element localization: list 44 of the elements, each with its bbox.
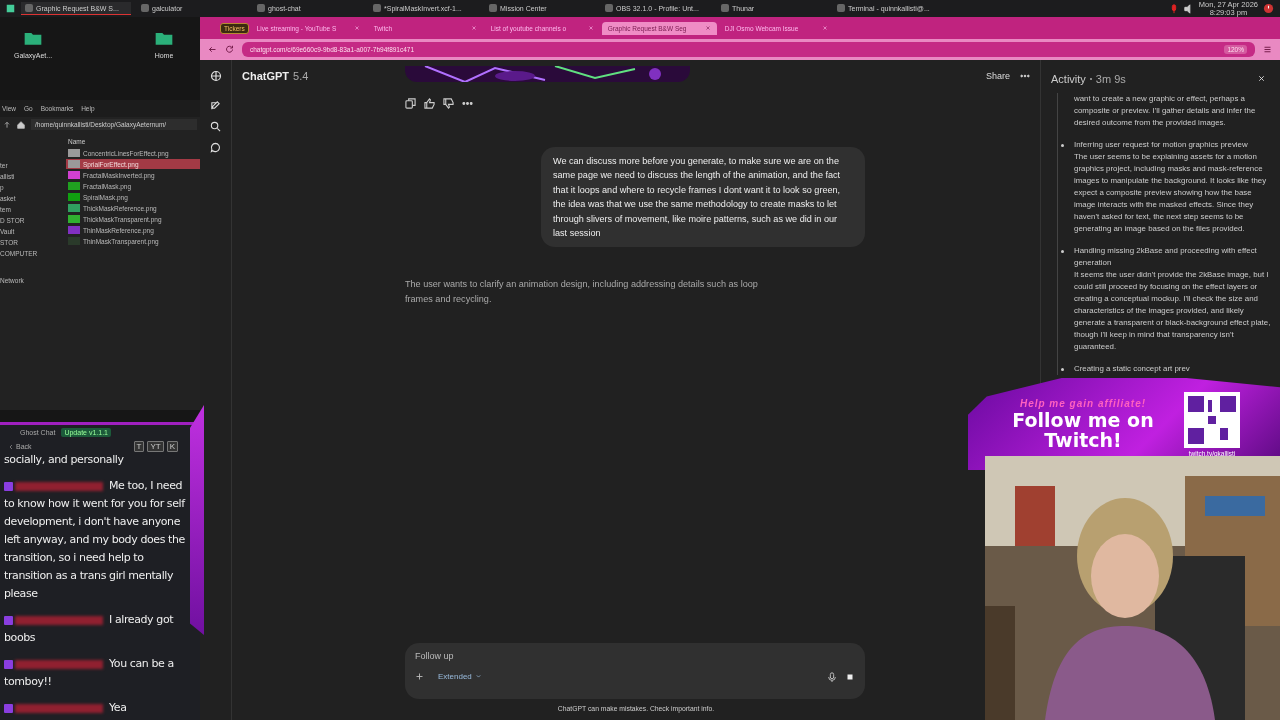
banner-tagline: Help me gain affiliate! <box>1019 398 1147 409</box>
chat-message: I already got boobs <box>4 612 175 646</box>
share-button[interactable]: Share <box>979 70 1016 82</box>
close-icon <box>704 24 711 31</box>
menu-icon[interactable] <box>1263 45 1272 54</box>
chat-message: You can be a tomboy!! <box>4 656 175 690</box>
close-icon <box>353 24 360 31</box>
plus-icon[interactable] <box>415 672 424 681</box>
app-menu-icon[interactable] <box>6 4 15 13</box>
activity-title: Activity <box>1051 72 1086 85</box>
model-title[interactable]: ChatGPT <box>242 70 290 82</box>
reload-icon[interactable] <box>225 45 234 54</box>
close-icon <box>821 24 828 31</box>
platform-toggle[interactable]: T <box>133 441 145 452</box>
chat-message: Me too, I need to know how it went for you for self development, i don't have anyone left anyway, and my body does the transition, so i need help to transition as a trans girl mentally please <box>4 478 187 602</box>
power-icon[interactable] <box>1263 3 1274 14</box>
model-version[interactable]: 5.4 <box>293 70 309 82</box>
user-message: We can discuss more before you generate, to make sure we are on the same page we need to discuss the length of the animation, and the fact that it loops and where to recycle frames I dont want it to look so green, the idea was that we use the same methodology to create masks to let through slivers of movement, like moire patterns, such as we did in our last session <box>541 147 865 248</box>
mode-dropdown[interactable]: Extended <box>432 671 488 682</box>
up-arrow-icon[interactable] <box>3 120 11 129</box>
activity-duration: 3m 9s <box>1095 72 1126 85</box>
platform-toggle[interactable]: K <box>166 441 178 452</box>
chat-message: Yea <box>4 699 190 717</box>
thumbs-down-icon[interactable] <box>443 98 454 109</box>
thinking-summary: The user wants to clarify an animation design, including addressing details such as loop frames and recycling. <box>405 278 759 307</box>
chat-message: socially, and personally <box>4 452 125 468</box>
thumbs-up-icon[interactable] <box>424 98 435 109</box>
search-icon[interactable] <box>210 121 221 132</box>
close-icon <box>1257 74 1266 83</box>
message-input[interactable]: Follow up Extended <box>405 643 865 699</box>
qr-code-icon <box>1184 391 1240 448</box>
platform-toggle[interactable]: YT <box>147 441 164 452</box>
banner-headline: Follow me on Twitch! <box>1011 410 1155 450</box>
back-icon[interactable] <box>208 45 217 54</box>
new-chat-icon[interactable] <box>210 100 221 111</box>
logo-icon[interactable] <box>209 70 222 82</box>
chevron-left-icon <box>8 443 14 450</box>
chevron-down-icon <box>474 673 482 680</box>
home-icon[interactable] <box>17 120 25 129</box>
copy-icon[interactable] <box>405 98 416 109</box>
chat-bubble-icon[interactable] <box>210 142 221 153</box>
microphone-icon[interactable] <box>827 671 837 682</box>
close-icon <box>587 24 594 31</box>
close-icon <box>470 24 477 31</box>
